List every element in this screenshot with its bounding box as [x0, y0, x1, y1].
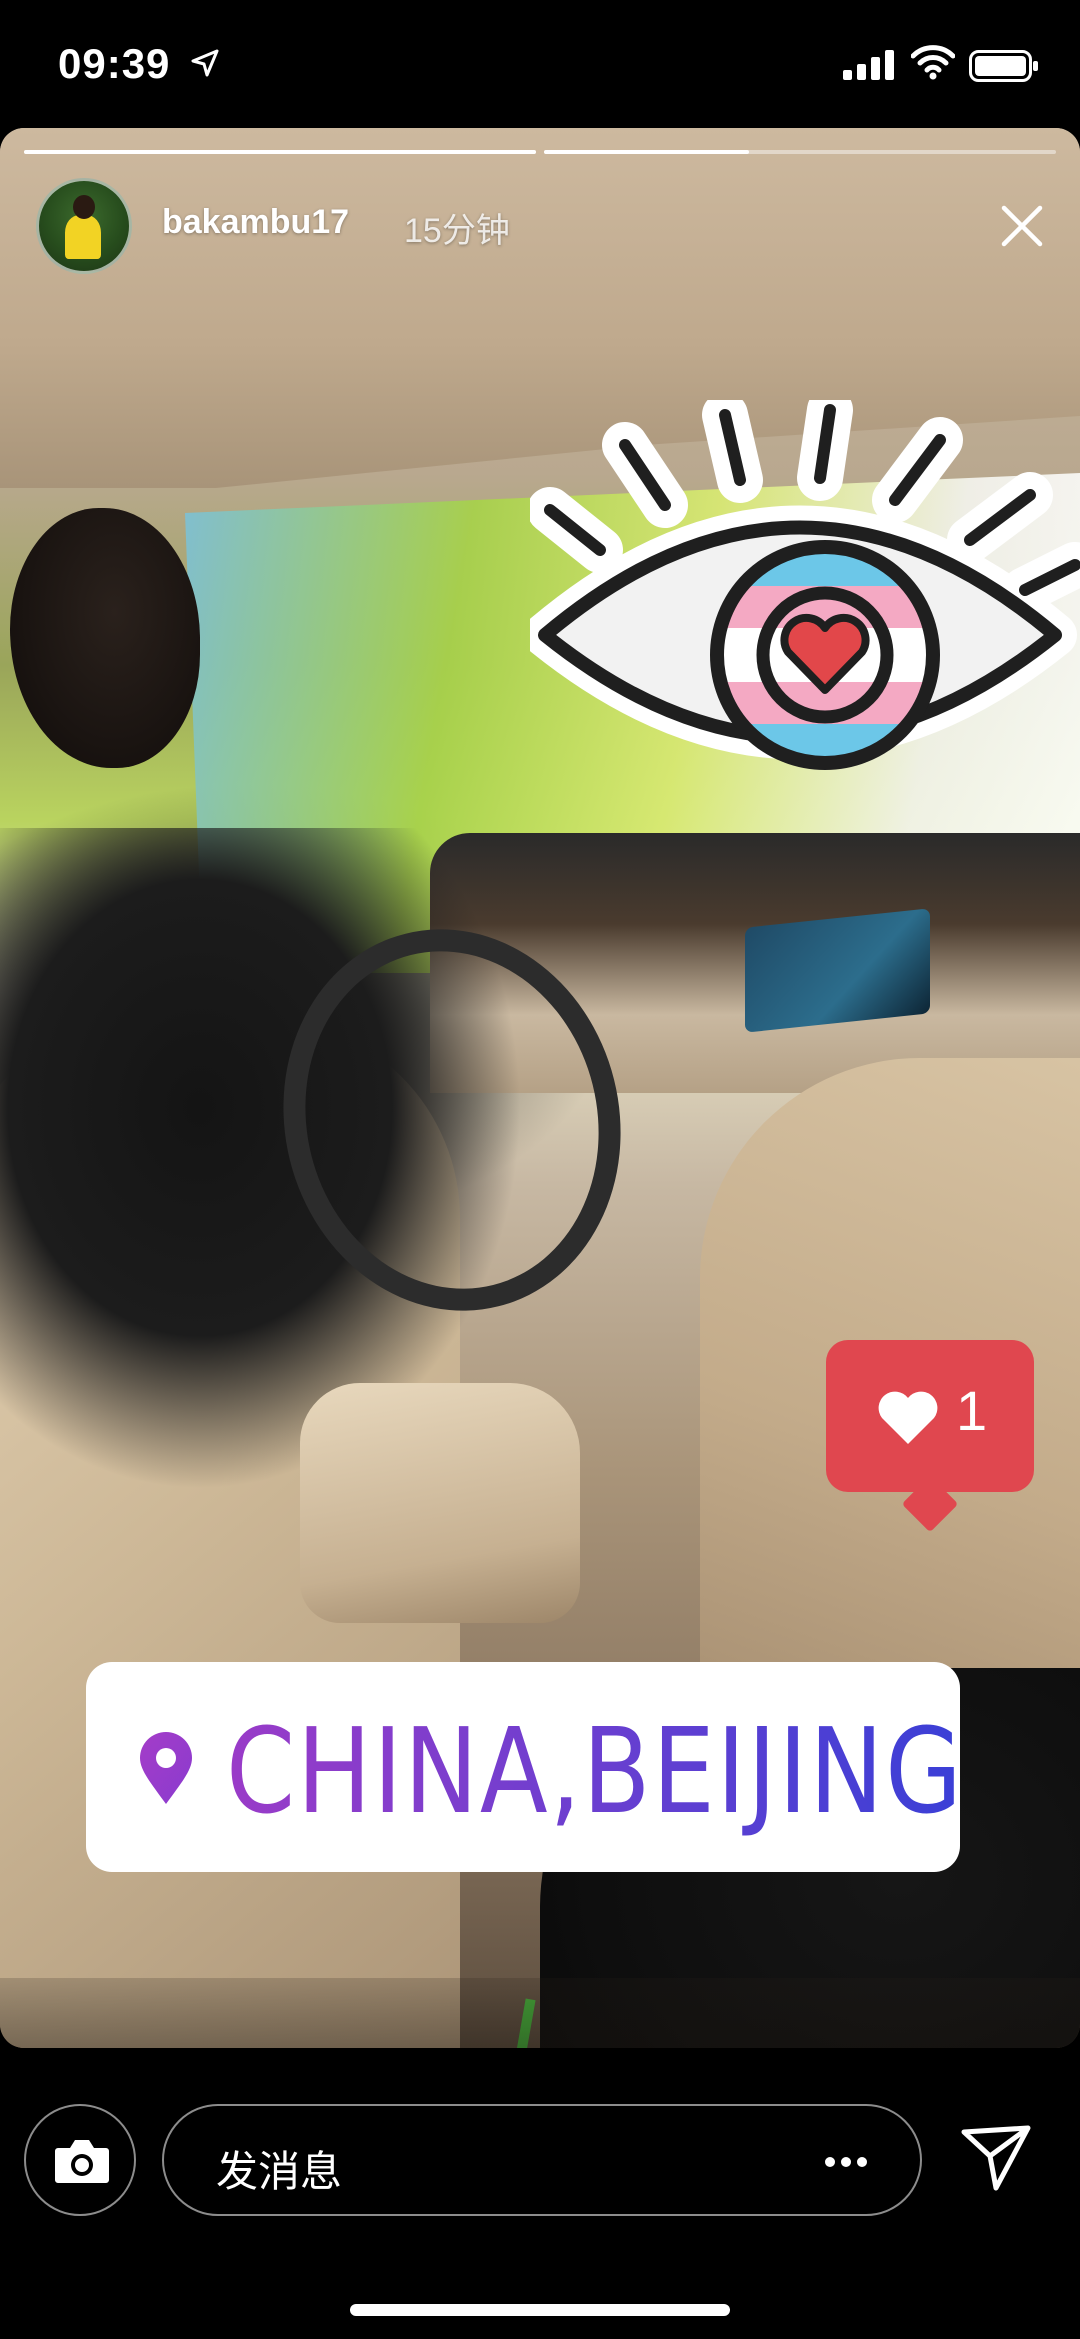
- send-icon[interactable]: [960, 2124, 1032, 2192]
- message-input[interactable]: 发消息: [162, 2104, 922, 2216]
- story-progress-fill-1: [24, 150, 536, 154]
- story-progress-fill-2: [544, 150, 749, 154]
- wifi-icon: [911, 45, 955, 80]
- location-sticker[interactable]: CHINA,BEIJING: [86, 1662, 962, 1872]
- driver-head: [10, 508, 200, 768]
- infotainment-screen: [745, 908, 930, 1033]
- story-timestamp: 15分钟: [404, 212, 510, 250]
- eye-heart-icon: [530, 400, 1080, 770]
- like-notification-bubble[interactable]: 1: [826, 1340, 1034, 1492]
- camera-icon: [55, 2140, 109, 2183]
- eye-heart-sticker[interactable]: [530, 400, 1080, 810]
- camera-button[interactable]: [24, 2104, 136, 2216]
- story-progress-2: [544, 150, 1056, 154]
- more-dots-icon[interactable]: [824, 2156, 868, 2168]
- location-arrow-icon: [191, 49, 219, 77]
- location-pin-icon: [140, 1732, 192, 1804]
- close-icon[interactable]: [998, 202, 1046, 250]
- story-progress-1: [24, 150, 536, 154]
- floor-shade: [0, 1978, 1080, 2048]
- status-time: 09:39: [58, 40, 171, 87]
- location-text: CHINA,BEIJING: [226, 1702, 964, 1840]
- message-placeholder: 发消息: [216, 2148, 343, 2195]
- battery-icon: [969, 50, 1038, 82]
- username[interactable]: bakambu17: [162, 203, 349, 242]
- heart-icon: [878, 1391, 938, 1444]
- cellular-signal-icon: [843, 50, 894, 80]
- status-bar: 09:39: [0, 0, 1080, 130]
- armrest: [300, 1383, 580, 1623]
- home-indicator[interactable]: [350, 2304, 730, 2316]
- avatar[interactable]: [36, 178, 132, 274]
- like-count: 1: [956, 1379, 988, 1442]
